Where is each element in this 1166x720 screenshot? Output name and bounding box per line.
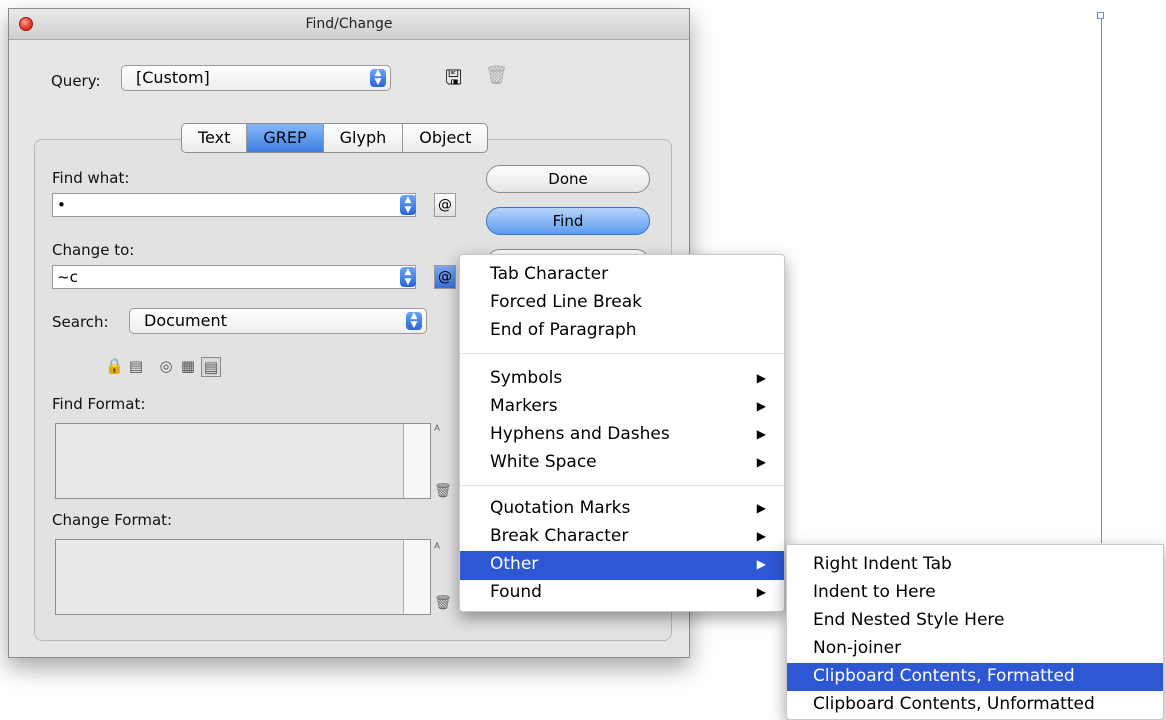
- menu-item-end-of-paragraph[interactable]: End of Paragraph: [460, 317, 784, 346]
- submenu-arrow-icon: ▶: [756, 529, 766, 543]
- specify-change-format-icon[interactable]: ᴬ: [434, 541, 440, 557]
- menu-item-label: Tab Character: [490, 264, 609, 284]
- delete-query-icon[interactable]: 🗑: [485, 65, 508, 86]
- include-footnotes-icon[interactable]: ▤: [201, 357, 221, 377]
- submenu-item-end-nested-style-here[interactable]: End Nested Style Here: [787, 607, 1163, 635]
- submenu-item-clipboard-formatted[interactable]: Clipboard Contents, Formatted: [787, 663, 1163, 691]
- search-select[interactable]: Document ▲ ▼: [129, 308, 427, 334]
- find-what-field[interactable]: •: [52, 193, 416, 217]
- mode-tabs: Text GREP Glyph Object: [181, 123, 489, 153]
- include-hidden-layers-icon[interactable]: ◎: [157, 357, 175, 375]
- change-format-scrollbar[interactable]: [403, 540, 430, 614]
- submenu-item-indent-to-here[interactable]: Indent to Here: [787, 579, 1163, 607]
- save-query-icon[interactable]: 🖫: [445, 63, 462, 97]
- find-special-characters-icon[interactable]: @: [434, 193, 456, 217]
- ruler-guide[interactable]: [1101, 18, 1102, 543]
- submenu-arrow-icon: ▶: [756, 585, 766, 599]
- tab-text[interactable]: Text: [182, 124, 248, 152]
- specify-find-format-icon[interactable]: ᴬ: [434, 423, 440, 439]
- menu-item-label: Break Character: [490, 526, 629, 546]
- dialog-title: Find/Change: [305, 16, 393, 32]
- menu-item-tab-character[interactable]: Tab Character: [460, 261, 784, 290]
- find-what-dropdown-icon[interactable]: ▲ ▼: [400, 195, 416, 215]
- clear-change-format-icon[interactable]: 🗑: [434, 595, 452, 611]
- menu-item-label: Found: [490, 582, 542, 602]
- menu-item-break-character[interactable]: Break Character ▶: [460, 523, 784, 552]
- special-characters-menu: Tab Character Forced Line Break End of P…: [459, 254, 785, 612]
- search-options: 🔒 ▤ ◎ ▦ ▤: [105, 357, 221, 377]
- change-format-label: Change Format:: [52, 511, 173, 529]
- menu-separator: [460, 485, 784, 486]
- submenu-arrow-icon: ▶: [756, 427, 766, 441]
- tab-grep[interactable]: GREP: [247, 124, 324, 152]
- change-format-box[interactable]: [55, 539, 431, 615]
- query-select[interactable]: [Custom] ▲ ▼: [121, 65, 391, 91]
- menu-item-label: Markers: [490, 396, 558, 416]
- submenu-item-non-joiner[interactable]: Non-joiner: [787, 635, 1163, 663]
- menu-item-label: End of Paragraph: [490, 320, 637, 340]
- change-to-label: Change to:: [52, 241, 135, 259]
- clear-find-format-icon[interactable]: 🗑: [434, 483, 452, 499]
- menu-item-label: Symbols: [490, 368, 563, 388]
- submenu-arrow-icon: ▶: [756, 501, 766, 515]
- include-master-pages-icon[interactable]: ▦: [179, 357, 197, 375]
- query-label: Query:: [51, 72, 101, 90]
- other-submenu: Right Indent Tab Indent to Here End Nest…: [786, 544, 1164, 720]
- select-arrows-icon: ▲ ▼: [406, 312, 422, 330]
- menu-item-forced-line-break[interactable]: Forced Line Break: [460, 289, 784, 318]
- find-button[interactable]: Find: [486, 207, 650, 235]
- change-special-characters-icon[interactable]: @: [434, 265, 456, 289]
- menu-item-label: Hyphens and Dashes: [490, 424, 670, 444]
- tab-glyph[interactable]: Glyph: [324, 124, 404, 152]
- title-bar[interactable]: Find/Change: [9, 9, 689, 40]
- menu-item-found[interactable]: Found ▶: [460, 579, 784, 608]
- menu-item-markers[interactable]: Markers ▶: [460, 393, 784, 422]
- submenu-arrow-icon: ▶: [756, 371, 766, 385]
- menu-item-label: Other: [490, 554, 539, 574]
- find-format-scrollbar[interactable]: [403, 424, 430, 498]
- submenu-arrow-icon: ▶: [756, 455, 766, 469]
- find-format-box[interactable]: [55, 423, 431, 499]
- menu-item-hyphens-and-dashes[interactable]: Hyphens and Dashes ▶: [460, 421, 784, 450]
- menu-item-label: Quotation Marks: [490, 498, 631, 518]
- submenu-item-clipboard-unformatted[interactable]: Clipboard Contents, Unformatted: [787, 691, 1163, 719]
- query-value: [Custom]: [136, 68, 210, 87]
- menu-item-other[interactable]: Other ▶: [460, 551, 784, 580]
- submenu-arrow-icon: ▶: [756, 557, 766, 571]
- search-label: Search:: [52, 313, 109, 331]
- submenu-item-right-indent-tab[interactable]: Right Indent Tab: [787, 551, 1163, 579]
- change-to-field[interactable]: ~c: [52, 265, 416, 289]
- tab-object[interactable]: Object: [403, 124, 487, 152]
- submenu-arrow-icon: ▶: [756, 399, 766, 413]
- find-what-label: Find what:: [52, 169, 130, 187]
- menu-item-white-space[interactable]: White Space ▶: [460, 449, 784, 478]
- menu-item-label: White Space: [490, 452, 597, 472]
- change-to-dropdown-icon[interactable]: ▲ ▼: [400, 267, 416, 287]
- include-locked-stories-icon[interactable]: ▤: [127, 357, 145, 375]
- search-value: Document: [144, 311, 227, 330]
- menu-item-quotation-marks[interactable]: Quotation Marks ▶: [460, 495, 784, 524]
- menu-item-label: Forced Line Break: [490, 292, 643, 312]
- menu-item-symbols[interactable]: Symbols ▶: [460, 365, 784, 394]
- include-locked-layers-icon[interactable]: 🔒: [105, 357, 124, 375]
- menu-separator: [460, 353, 784, 354]
- select-arrows-icon: ▲ ▼: [370, 69, 386, 87]
- find-format-label: Find Format:: [52, 395, 146, 413]
- done-button[interactable]: Done: [486, 165, 650, 193]
